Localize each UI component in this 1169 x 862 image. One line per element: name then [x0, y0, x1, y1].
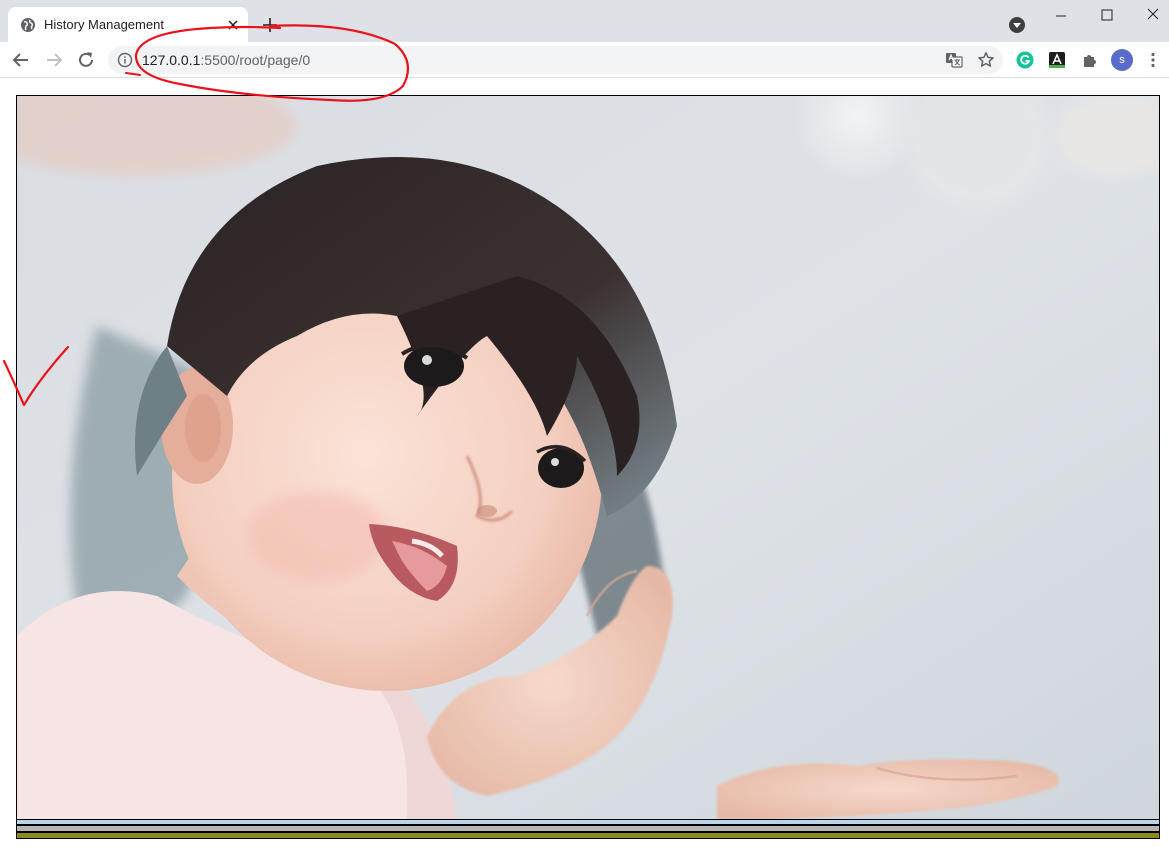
site-info-icon[interactable] — [117, 52, 133, 68]
profile-avatar[interactable]: s — [1111, 49, 1133, 71]
url-text[interactable]: 127.0.0.1:5500/root/page/0 — [142, 52, 310, 68]
tab-search-dropdown-icon[interactable] — [1007, 15, 1027, 35]
back-arrow-icon[interactable] — [9, 48, 33, 72]
address-bar[interactable]: 127.0.0.1:5500/root/page/0 — [108, 46, 1003, 74]
tab-active[interactable]: History Management — [8, 7, 248, 42]
translate-icon[interactable] — [945, 52, 963, 68]
url-path: :5500/root/page/0 — [200, 52, 311, 68]
globe-icon — [21, 18, 35, 32]
girl-photo-illustration — [17, 96, 1159, 819]
footer-stripe-divider — [16, 838, 1160, 839]
bookmark-star-icon[interactable] — [977, 51, 995, 69]
reload-icon[interactable] — [74, 48, 98, 72]
tab-strip: History Management — [0, 0, 1169, 42]
page-viewport — [0, 79, 1169, 862]
url-host: 127.0.0.1 — [142, 52, 201, 68]
tab-title: History Management — [44, 17, 164, 32]
grammarly-extension-icon[interactable] — [1016, 51, 1034, 69]
kebab-menu-icon[interactable] — [1144, 51, 1162, 69]
forward-arrow-icon[interactable] — [42, 48, 66, 72]
close-tab-icon[interactable] — [223, 15, 243, 35]
hero-photo — [16, 95, 1160, 820]
new-tab-icon[interactable] — [260, 15, 280, 35]
window-close-icon[interactable] — [1130, 2, 1169, 30]
extensions-puzzle-icon[interactable] — [1081, 51, 1099, 69]
maximize-icon[interactable] — [1084, 2, 1130, 30]
minimize-icon[interactable] — [1038, 2, 1084, 30]
dark-reader-extension-icon[interactable] — [1048, 51, 1066, 69]
browser-toolbar: 127.0.0.1:5500/root/page/0 s — [0, 42, 1169, 78]
